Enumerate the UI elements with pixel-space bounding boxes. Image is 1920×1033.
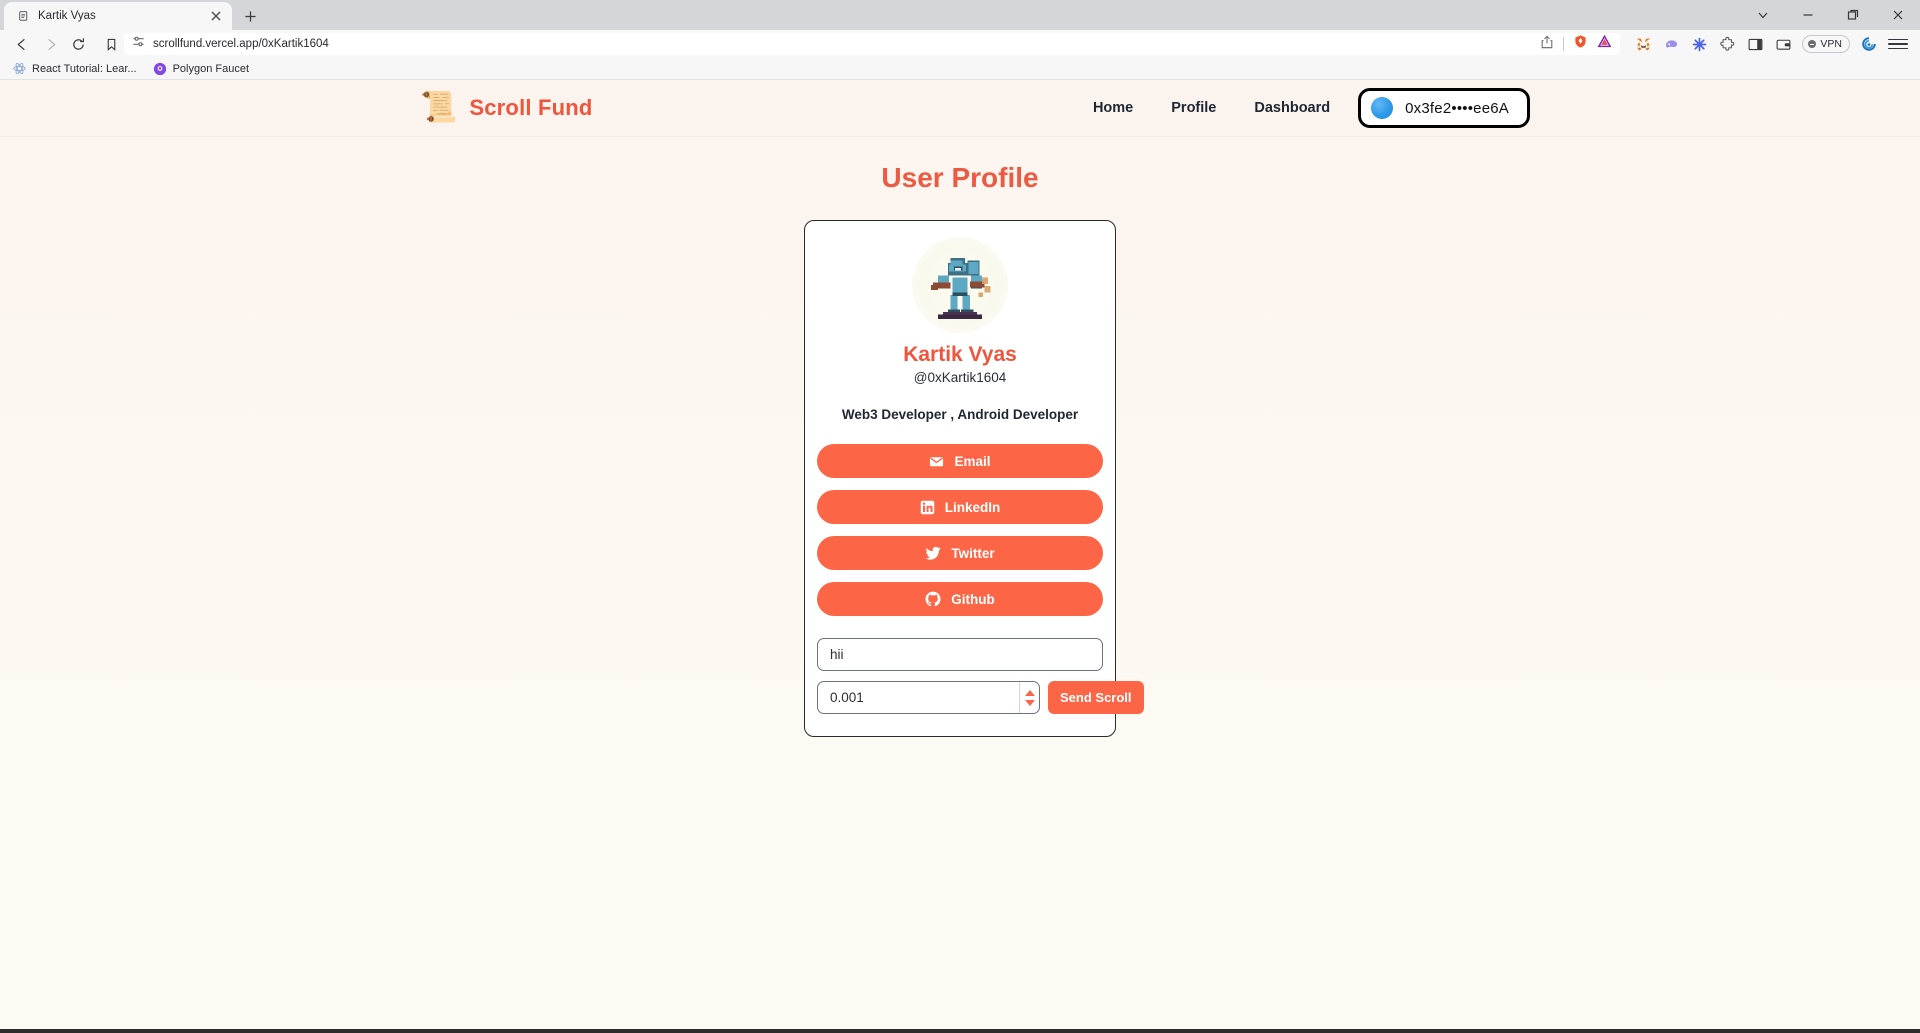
forward-arrow-icon[interactable]: [36, 32, 64, 56]
status-bar: [0, 1029, 1920, 1033]
puzzle-piece-icon[interactable]: [1718, 35, 1736, 53]
github-icon: [925, 591, 941, 607]
hamburger-menu-icon[interactable]: [1888, 38, 1908, 50]
email-button[interactable]: Email: [817, 444, 1103, 478]
new-tab-button[interactable]: [236, 3, 264, 29]
wallet-address: 0x3fe2••••ee6A: [1405, 99, 1509, 117]
tab-search-button[interactable]: [1740, 0, 1785, 30]
share-icon[interactable]: [1540, 35, 1554, 54]
profile-bio: Web3 Developer , Android Developer: [841, 407, 1079, 422]
scroll-favicon: [16, 9, 30, 23]
page-title: User Profile: [881, 162, 1039, 193]
pixel-mech-avatar: [912, 237, 1008, 333]
wallet-icon[interactable]: [1774, 35, 1792, 53]
github-button[interactable]: Github: [817, 582, 1103, 616]
sidebar-icon[interactable]: [1746, 35, 1764, 53]
bookmark-label: React Tutorial: Lear...: [32, 62, 137, 75]
linkedin-label: LinkedIn: [944, 499, 1001, 515]
vpn-shield-icon: [1808, 40, 1817, 48]
address-bar[interactable]: scrollfund.vercel.app/0xKartik1604: [124, 33, 1621, 55]
caret-down-icon[interactable]: [1024, 699, 1035, 706]
minimize-button[interactable]: [1785, 0, 1830, 30]
twitter-button[interactable]: Twitter: [817, 536, 1103, 570]
wallet-avatar-icon: [1371, 97, 1394, 119]
caret-up-icon[interactable]: [1024, 689, 1035, 696]
email-icon: [929, 454, 944, 469]
message-input[interactable]: [817, 638, 1103, 671]
polygon-favicon: [153, 62, 167, 76]
linkedin-button[interactable]: LinkedIn: [817, 490, 1103, 524]
brave-profile-spiral-icon[interactable]: [1860, 35, 1878, 53]
react-favicon: [12, 62, 26, 76]
omnibox-wrapper: scrollfund.vercel.app/0xKartik1604: [98, 33, 1621, 55]
profile-card: Kartik Vyas @0xKartik1604 Web3 Developer…: [804, 220, 1144, 737]
github-label: Github: [951, 591, 995, 607]
site-header: 📜 Scroll Fund Home Profile Dashboard 0x3…: [0, 80, 1920, 136]
bookmark-label: Polygon Faucet: [172, 62, 249, 75]
email-label: Email: [954, 453, 991, 469]
amount-row: Send Scroll: [817, 681, 1144, 714]
nav-link-profile[interactable]: Profile: [1171, 100, 1216, 116]
amount-stepper[interactable]: [1019, 682, 1039, 713]
nav-link-home[interactable]: Home: [1093, 100, 1133, 116]
bat-triangle-icon[interactable]: [1597, 34, 1612, 54]
amount-input-wrapper: [817, 681, 1040, 714]
navigation-toolbar: scrollfund.vercel.app/0xKartik1604 VPN: [0, 30, 1920, 58]
send-scroll-form: Send Scroll: [817, 638, 1144, 714]
vpn-button[interactable]: VPN: [1802, 35, 1850, 53]
metamask-fox-icon[interactable]: [1634, 35, 1652, 53]
browser-tab[interactable]: Kartik Vyas: [4, 2, 232, 30]
bookmark-outline-icon[interactable]: [98, 33, 124, 55]
back-arrow-icon[interactable]: [8, 32, 36, 56]
amount-input[interactable]: [818, 682, 1019, 713]
maximize-button[interactable]: [1830, 0, 1875, 30]
nav-link-dashboard[interactable]: Dashboard: [1254, 100, 1330, 116]
purple-blob-icon[interactable]: [1662, 35, 1680, 53]
divider: [1563, 37, 1565, 51]
reload-icon[interactable]: [64, 32, 92, 56]
linkedin-icon: [920, 500, 935, 515]
extension-tray: VPN: [1626, 35, 1912, 53]
bookmark-item[interactable]: React Tutorial: Lear...: [12, 62, 137, 76]
tab-strip: Kartik Vyas: [0, 0, 1920, 30]
social-links: Email LinkedIn Twitter Github: [817, 444, 1103, 616]
twitter-label: Twitter: [951, 545, 995, 561]
scroll-logo-icon: 📜: [420, 91, 458, 124]
tab-title: Kartik Vyas: [38, 10, 96, 22]
blue-asterisk-icon[interactable]: [1690, 35, 1708, 53]
brand-name: Scroll Fund: [469, 95, 593, 120]
browser-window: Kartik Vyas scrollfund.vercel.app/0xKart…: [0, 0, 1920, 1033]
omnibox-left: scrollfund.vercel.app/0xKartik1604: [132, 35, 1532, 53]
profile-handle: @0xKartik1604: [913, 370, 1007, 385]
brand[interactable]: 📜 Scroll Fund: [420, 93, 593, 123]
close-button[interactable]: [1875, 0, 1920, 30]
url-text: scrollfund.vercel.app/0xKartik1604: [153, 38, 329, 50]
window-controls: [1740, 0, 1920, 30]
brave-lion-icon[interactable]: [1573, 34, 1588, 54]
send-scroll-button[interactable]: Send Scroll: [1048, 681, 1144, 714]
vpn-label: VPN: [1820, 38, 1842, 50]
page-viewport: 📜 Scroll Fund Home Profile Dashboard 0x3…: [0, 80, 1920, 1033]
bookmarks-bar: React Tutorial: Lear... Polygon Faucet: [0, 58, 1920, 80]
bookmark-item[interactable]: Polygon Faucet: [153, 62, 249, 76]
site-nav: Home Profile Dashboard: [1093, 100, 1330, 116]
omnibox-right: [1540, 34, 1612, 54]
tune-icon[interactable]: [132, 35, 145, 53]
twitter-icon: [925, 545, 941, 561]
close-icon[interactable]: [208, 8, 224, 24]
profile-display-name: Kartik Vyas: [903, 343, 1017, 366]
wallet-connect-button[interactable]: 0x3fe2••••ee6A: [1358, 88, 1530, 128]
